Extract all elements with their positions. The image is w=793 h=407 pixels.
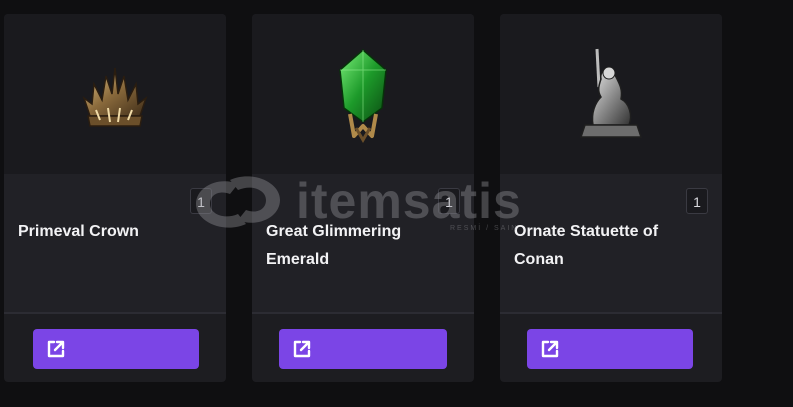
divider xyxy=(4,312,226,314)
item-card-primeval-crown: 1 Primeval Crown xyxy=(4,14,226,382)
item-title: Primeval Crown xyxy=(18,223,139,240)
item-info: 1 Primeval Crown xyxy=(4,174,226,312)
item-grid: 1 Primeval Crown 1 Great Glimmering Emer… xyxy=(0,0,793,407)
quantity-badge: 1 xyxy=(438,188,460,214)
item-image-area xyxy=(252,14,474,174)
open-item-button[interactable] xyxy=(527,329,693,369)
item-info: 1 Great Glimmering Emerald xyxy=(252,174,474,312)
external-link-icon xyxy=(293,340,311,358)
statuette-icon xyxy=(579,48,643,138)
divider xyxy=(500,312,722,314)
item-image-area xyxy=(4,14,226,174)
item-card-great-glimmering-emerald: 1 Great Glimmering Emerald xyxy=(252,14,474,382)
emerald-icon xyxy=(339,49,387,143)
external-link-icon xyxy=(541,340,559,358)
quantity-badge: 1 xyxy=(190,188,212,214)
open-item-button[interactable] xyxy=(33,329,199,369)
external-link-icon xyxy=(47,340,65,358)
item-image-area xyxy=(500,14,722,174)
item-title: Great Glimmering Emerald xyxy=(266,223,402,268)
divider xyxy=(252,312,474,314)
item-info: 1 Ornate Statuette of Conan xyxy=(500,174,722,312)
quantity-badge: 1 xyxy=(686,188,708,214)
item-title: Ornate Statuette of Conan xyxy=(514,223,659,268)
open-item-button[interactable] xyxy=(279,329,447,369)
crown-icon xyxy=(82,67,148,127)
item-card-ornate-statuette-of-conan: 1 Ornate Statuette of Conan xyxy=(500,14,722,382)
